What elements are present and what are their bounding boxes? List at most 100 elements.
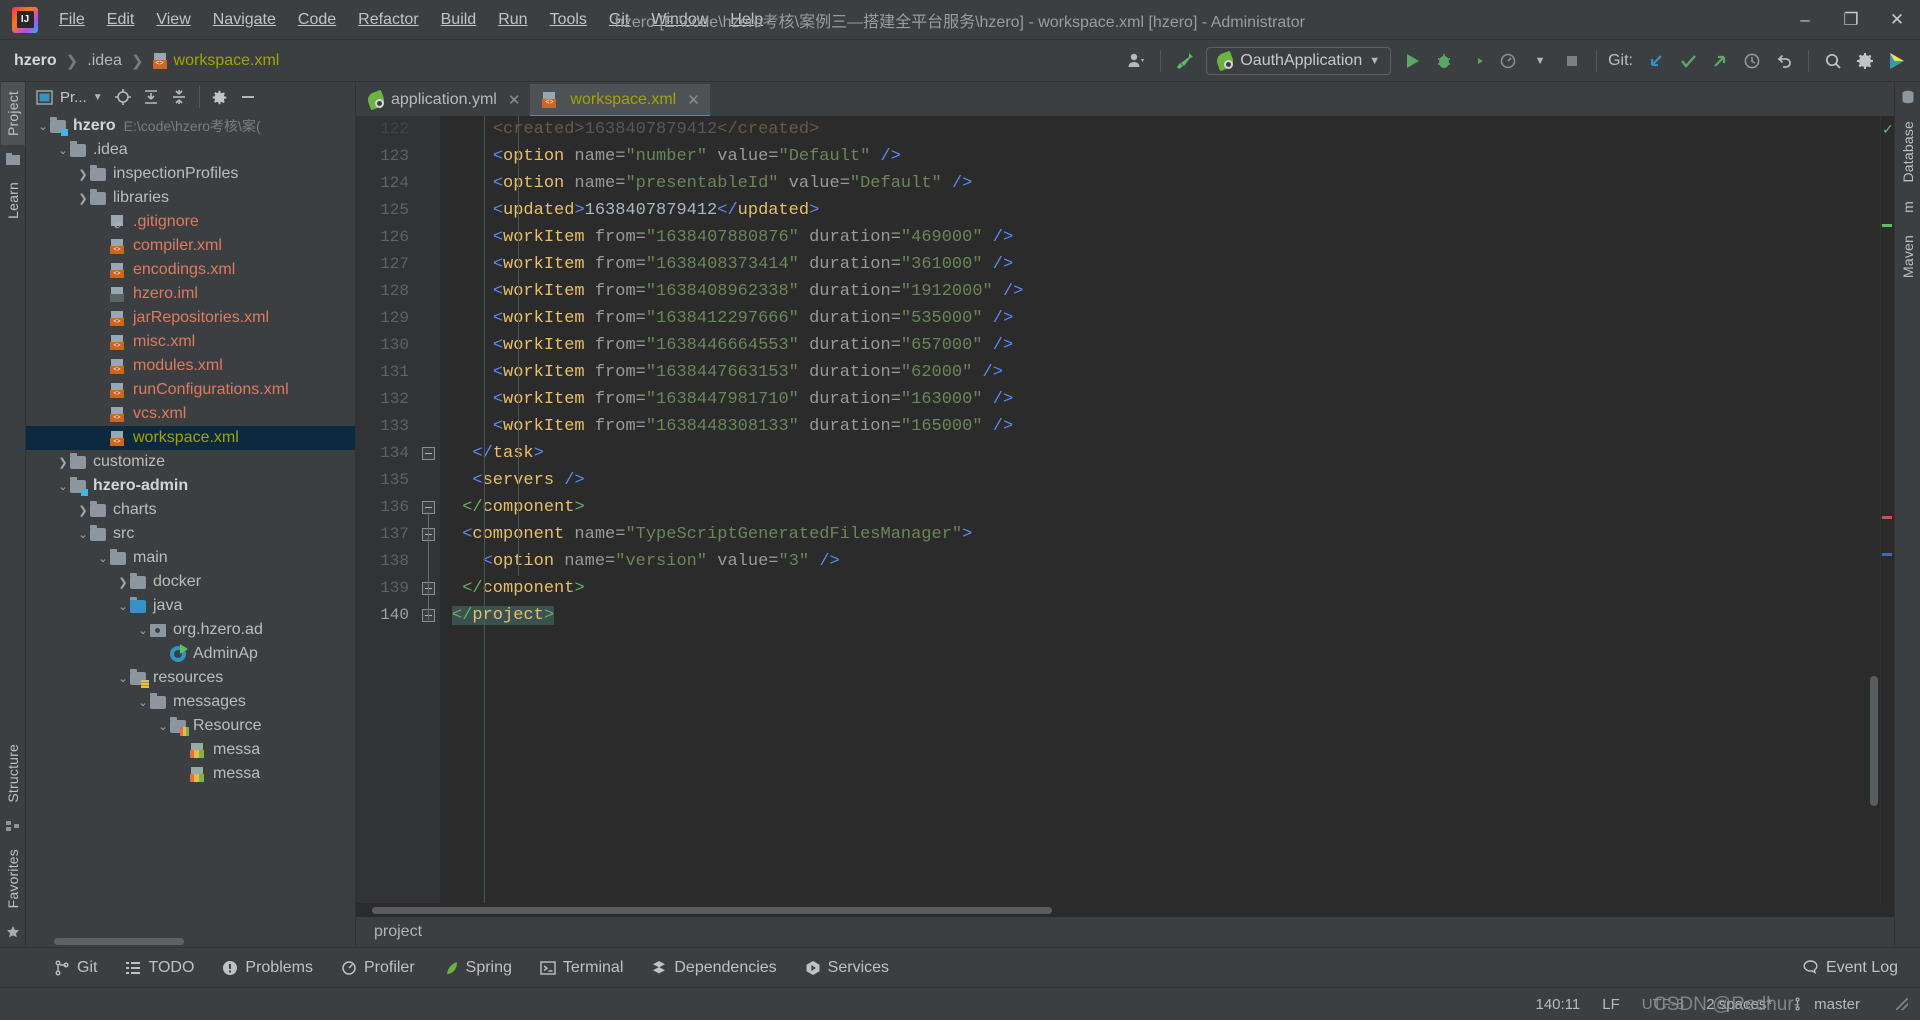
project-panel-title[interactable]: Pr... (60, 89, 87, 106)
close-icon[interactable]: ✕ (1874, 0, 1920, 40)
code-text[interactable]: <created>1638407879412</created> <option… (440, 116, 1880, 903)
code-line[interactable]: <option name="number" value="Default" /> (440, 143, 1880, 170)
collapse-all-icon[interactable] (167, 85, 191, 109)
menu-item-view[interactable]: View (145, 6, 201, 34)
fold-toggle-icon[interactable] (422, 447, 435, 460)
resize-grip-icon[interactable] (1896, 998, 1908, 1010)
tree-node[interactable]: <> vcs.xml (26, 402, 355, 426)
menu-item-navigate[interactable]: Navigate (202, 6, 287, 34)
chevron-down-icon[interactable]: ⌄ (76, 528, 90, 541)
chevron-right-icon[interactable]: ❯ (76, 504, 90, 517)
tree-node[interactable]: ❯ inspectionProfiles (26, 162, 355, 186)
run-configuration-selector[interactable]: OauthApplication ▼ (1206, 46, 1392, 75)
code-line[interactable]: </component> (440, 494, 1880, 521)
code-line[interactable]: <updated>1638407879412</updated> (440, 197, 1880, 224)
menu-item-edit[interactable]: Edit (96, 6, 146, 34)
breadcrumb-workspace-xml[interactable]: <> workspace.xml (152, 52, 279, 70)
plugin-icon[interactable] (1882, 46, 1912, 76)
code-line[interactable]: <option name="version" value="3" /> (440, 548, 1880, 575)
stop-icon[interactable] (1557, 46, 1587, 76)
tree-node[interactable]: <> compiler.xml (26, 234, 355, 258)
debug-icon[interactable] (1429, 46, 1459, 76)
code-folding-strip[interactable] (418, 116, 440, 903)
bottom-button-dependencies[interactable]: Dependencies (637, 954, 790, 982)
tree-node[interactable]: ❯ docker (26, 570, 355, 594)
caret-position[interactable]: 140:11 (1536, 996, 1581, 1013)
tool-tab-learn[interactable]: Learn (1, 173, 25, 228)
tool-tab-favorites[interactable]: Favorites (1, 840, 25, 917)
bottom-button-spring[interactable]: Spring (429, 954, 526, 982)
tool-tab-m[interactable]: m (1896, 192, 1920, 227)
maximize-icon[interactable]: ❐ (1828, 0, 1874, 40)
tree-node[interactable]: ❯ libraries (26, 186, 355, 210)
code-editor[interactable]: 122 123 124 125 126 127 128 129 130 131 132 133 134 1… (356, 116, 1894, 903)
chevron-down-icon[interactable]: ⌄ (136, 624, 150, 637)
tool-tab-database[interactable]: Database (1896, 112, 1920, 192)
editor-tab-application-yml[interactable]: application.yml ✕ (356, 84, 530, 116)
project-tree-horizontal-scrollbar[interactable] (26, 935, 355, 947)
tree-node[interactable]: messa (26, 738, 355, 762)
tree-node[interactable]: ⌄ .idea (26, 138, 355, 162)
tree-node[interactable]: ❯ customize (26, 450, 355, 474)
tree-node[interactable]: ⌄ resources (26, 666, 355, 690)
git-branch-widget[interactable]: master (1794, 996, 1860, 1013)
menu-item-run[interactable]: Run (487, 6, 538, 34)
code-line[interactable]: <workItem from="1638408962338" duration=… (440, 278, 1880, 305)
line-separator[interactable]: LF (1602, 996, 1620, 1013)
code-line[interactable]: </project> (440, 602, 1880, 629)
code-line[interactable]: <servers /> (440, 467, 1880, 494)
git-update-icon[interactable] (1641, 46, 1671, 76)
chevron-right-icon[interactable]: ❯ (76, 168, 90, 181)
menu-item-file[interactable]: File (48, 6, 96, 34)
tree-node[interactable]: ⌄ hzero E:\code\hzero考核\案( (26, 114, 355, 138)
bottom-button-problems[interactable]: Problems (208, 954, 327, 982)
tree-node[interactable]: ⌄ hzero-admin (26, 474, 355, 498)
chevron-down-icon[interactable]: ⌄ (56, 144, 70, 157)
stripe-marker[interactable] (1882, 516, 1892, 519)
error-stripe-marker-bar[interactable]: ✓ (1880, 116, 1894, 903)
scrollbar-thumb[interactable] (54, 938, 184, 945)
run-with-coverage-icon[interactable] (1461, 46, 1491, 76)
close-icon[interactable]: ✕ (687, 91, 700, 109)
tree-node[interactable]: <> runConfigurations.xml (26, 378, 355, 402)
chevron-down-icon[interactable]: ⌄ (56, 480, 70, 493)
stripe-marker[interactable] (1882, 553, 1892, 556)
bottom-button-terminal[interactable]: Terminal (526, 954, 637, 982)
chevron-down-icon[interactable]: ▼ (1525, 46, 1555, 76)
tree-node[interactable]: <> misc.xml (26, 330, 355, 354)
tree-node[interactable]: ⌄ java (26, 594, 355, 618)
code-line[interactable]: <workItem from="1638447663153" duration=… (440, 359, 1880, 386)
code-line[interactable]: <workItem from="1638407880876" duration=… (440, 224, 1880, 251)
undo-icon[interactable] (1769, 46, 1799, 76)
settings-gear-icon[interactable] (1850, 46, 1880, 76)
project-view-icon[interactable] (32, 85, 56, 109)
bottom-button-profiler[interactable]: Profiler (327, 954, 429, 982)
tree-node[interactable]: <> workspace.xml (26, 426, 355, 450)
project-tree[interactable]: ⌄ hzero E:\code\hzero考核\案(⌄ .idea ❯ inspectio… (26, 112, 355, 935)
close-icon[interactable]: ✕ (508, 91, 521, 109)
tree-node[interactable]: hzero.iml (26, 282, 355, 306)
hammer-build-icon[interactable] (1170, 46, 1200, 76)
breadcrumb-hzero[interactable]: hzero (14, 52, 57, 70)
locate-target-icon[interactable] (111, 85, 135, 109)
breadcrumb-idea[interactable]: .idea (87, 52, 122, 70)
tool-tab-structure[interactable]: Structure (1, 735, 25, 812)
expand-all-icon[interactable] (139, 85, 163, 109)
editor-vertical-scrollbar[interactable] (1870, 676, 1878, 806)
user-avatar-icon[interactable] (1121, 46, 1151, 76)
menu-item-build[interactable]: Build (430, 6, 488, 34)
menu-item-help[interactable]: Help (719, 6, 774, 34)
code-line[interactable]: </component> (440, 575, 1880, 602)
tree-node[interactable]: messa (26, 762, 355, 786)
code-line[interactable]: <created>1638407879412</created> (440, 116, 1880, 143)
code-line[interactable]: <workItem from="1638447981710" duration=… (440, 386, 1880, 413)
menu-item-window[interactable]: Window (640, 6, 719, 34)
chevron-down-icon[interactable]: ▼ (93, 92, 103, 103)
chevron-down-icon[interactable]: ⌄ (116, 600, 130, 613)
git-push-icon[interactable] (1705, 46, 1735, 76)
run-icon[interactable] (1397, 46, 1427, 76)
tree-node[interactable]: ⌄ src (26, 522, 355, 546)
code-line[interactable]: <workItem from="1638412297666" duration=… (440, 305, 1880, 332)
menu-item-refactor[interactable]: Refactor (347, 6, 429, 34)
scrollbar-thumb[interactable] (372, 907, 1052, 914)
